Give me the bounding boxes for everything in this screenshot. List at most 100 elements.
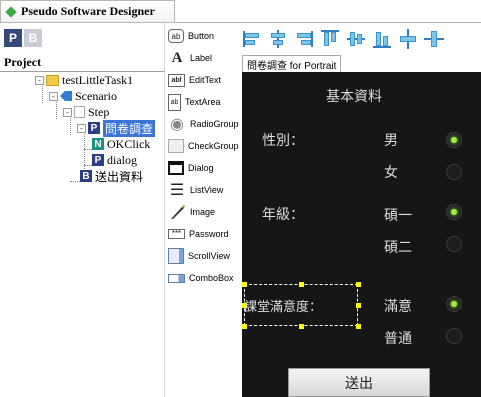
palette-item-label: Button [188, 31, 215, 41]
tree-connector [70, 181, 80, 182]
palette-item-label: ComboBox [189, 273, 234, 283]
palette-item-label[interactable]: A Label [168, 47, 212, 69]
radio-button[interactable] [446, 164, 462, 180]
radio-button[interactable] [446, 204, 462, 220]
page-icon: P [88, 122, 100, 134]
password-icon: *** [168, 229, 185, 239]
align-center-icon[interactable] [268, 29, 288, 49]
collapse-icon[interactable]: - [35, 75, 44, 85]
image-icon [168, 203, 186, 221]
palette-item-label: Password [189, 229, 229, 239]
option-label[interactable]: 男 [384, 130, 398, 150]
palette-item-edittext[interactable]: abl EditText [168, 69, 221, 91]
resize-handle[interactable] [356, 303, 361, 308]
button-icon: ab [168, 29, 184, 43]
tree-item-label: Scenario [75, 88, 117, 103]
radio-button[interactable] [446, 236, 462, 252]
tab-survey-portrait[interactable]: 問卷調查 for Portrait [242, 55, 342, 72]
checkgroup-icon [168, 139, 184, 153]
palette-item-listview[interactable]: ☰ ListView [168, 179, 224, 201]
option-label[interactable]: 碩一 [384, 205, 412, 225]
palette-item-combobox[interactable]: ComboBox [168, 267, 234, 289]
tree-item-label: 送出資料 [95, 169, 144, 184]
component-palette: ab Button A Label abl EditText ab TextAr… [166, 23, 242, 397]
palette-item-label: Image [190, 207, 216, 217]
palette-item-dialog[interactable]: Dialog [168, 157, 214, 179]
add-page-button[interactable]: P [4, 29, 22, 47]
tree-item-label: 問卷調查 [103, 119, 156, 137]
tree-connector [42, 86, 43, 103]
project-panel: P B Project - testLittleTask1 - Scenario… [0, 23, 165, 397]
palette-item-label: ListView [190, 185, 224, 195]
tree-item-okclick[interactable]: N OKClick [92, 136, 150, 152]
center-horizontal-icon[interactable] [398, 29, 418, 49]
form-heading[interactable]: 基本資料 [326, 86, 382, 106]
tree-item-step[interactable]: - Step [63, 104, 109, 120]
page-icon: P [92, 154, 104, 166]
listview-icon: ☰ [169, 182, 185, 199]
palette-item-label: TextArea [185, 97, 221, 107]
label-icon: A [171, 49, 183, 66]
palette-item-label: RadioGroup [190, 119, 239, 129]
tree-item-testlittletask1[interactable]: - testLittleTask1 [35, 72, 133, 88]
tree-item-label: OKClick [107, 136, 151, 151]
satisfaction-label[interactable]: 課堂滿意度： [244, 296, 322, 315]
palette-item-image[interactable]: Image [168, 201, 215, 223]
align-bottom-icon[interactable] [372, 29, 392, 49]
scenario-icon [60, 91, 72, 101]
option-label[interactable]: 滿意 [384, 296, 412, 316]
tree-item-label: dialog [107, 152, 137, 167]
center-vertical-icon[interactable] [424, 29, 444, 49]
app-logo-icon [5, 6, 17, 18]
add-behavior-button[interactable]: B [24, 29, 42, 47]
palette-item-label: CheckGroup [188, 141, 239, 151]
collapse-icon[interactable]: - [49, 91, 58, 101]
tree-item-submit-data[interactable]: B 送出資料 [80, 168, 143, 184]
option-label[interactable]: 女 [384, 162, 398, 182]
radio-button[interactable] [446, 328, 462, 344]
palette-item-textarea[interactable]: ab TextArea [168, 91, 221, 113]
palette-item-label: Label [190, 53, 213, 63]
design-canvas[interactable]: 基本資料 性別： 男 女 年級： 碩一 碩二 課堂滿意度： 滿意 普通 送出 [242, 72, 481, 397]
behavior-icon: B [80, 170, 92, 182]
tree-item-dialog[interactable]: P dialog [92, 152, 137, 168]
scrollview-icon [168, 248, 184, 264]
palette-item-radiogroup[interactable]: ◉ RadioGroup [168, 113, 239, 135]
project-panel-title: Project [4, 55, 42, 69]
resize-handle[interactable] [242, 282, 247, 287]
align-right-icon[interactable] [294, 29, 314, 49]
gender-label[interactable]: 性別： [262, 130, 304, 150]
tree-item-scenario[interactable]: - Scenario [49, 88, 117, 104]
palette-item-label: ScrollView [188, 251, 230, 261]
align-left-icon[interactable] [242, 29, 262, 49]
palette-item-scrollview[interactable]: ScrollView [168, 245, 230, 267]
radio-button[interactable] [446, 296, 462, 312]
project-toolbar: P B [4, 29, 42, 47]
edittext-icon: abl [168, 73, 185, 87]
app-title: Pseudo Software Designer [21, 4, 155, 18]
collapse-icon[interactable]: - [63, 107, 72, 117]
resize-handle[interactable] [242, 324, 247, 329]
option-label[interactable]: 碩二 [384, 237, 412, 257]
align-top-icon[interactable] [320, 29, 340, 49]
align-middle-icon[interactable] [346, 29, 366, 49]
tree-item-label: testLittleTask1 [62, 72, 134, 87]
palette-item-label: EditText [189, 75, 222, 85]
collapse-icon[interactable]: - [77, 123, 86, 133]
palette-item-checkgroup[interactable]: CheckGroup [168, 135, 239, 157]
combobox-icon [168, 273, 185, 283]
option-label[interactable]: 普通 [384, 328, 412, 348]
palette-item-button[interactable]: ab Button [168, 25, 214, 47]
resize-handle[interactable] [356, 324, 361, 329]
tree-item-survey-page[interactable]: - P 問卷調查 [77, 119, 156, 137]
resize-handle[interactable] [356, 282, 361, 287]
tree-connector [56, 102, 57, 119]
palette-item-password[interactable]: *** Password [168, 223, 229, 245]
resize-handle[interactable] [299, 282, 304, 287]
node-icon: N [92, 138, 104, 150]
resize-handle[interactable] [299, 324, 304, 329]
grade-label[interactable]: 年級： [262, 204, 304, 224]
app-title-tab[interactable]: Pseudo Software Designer [0, 0, 175, 22]
submit-button[interactable]: 送出 [288, 368, 430, 397]
radio-button[interactable] [446, 132, 462, 148]
